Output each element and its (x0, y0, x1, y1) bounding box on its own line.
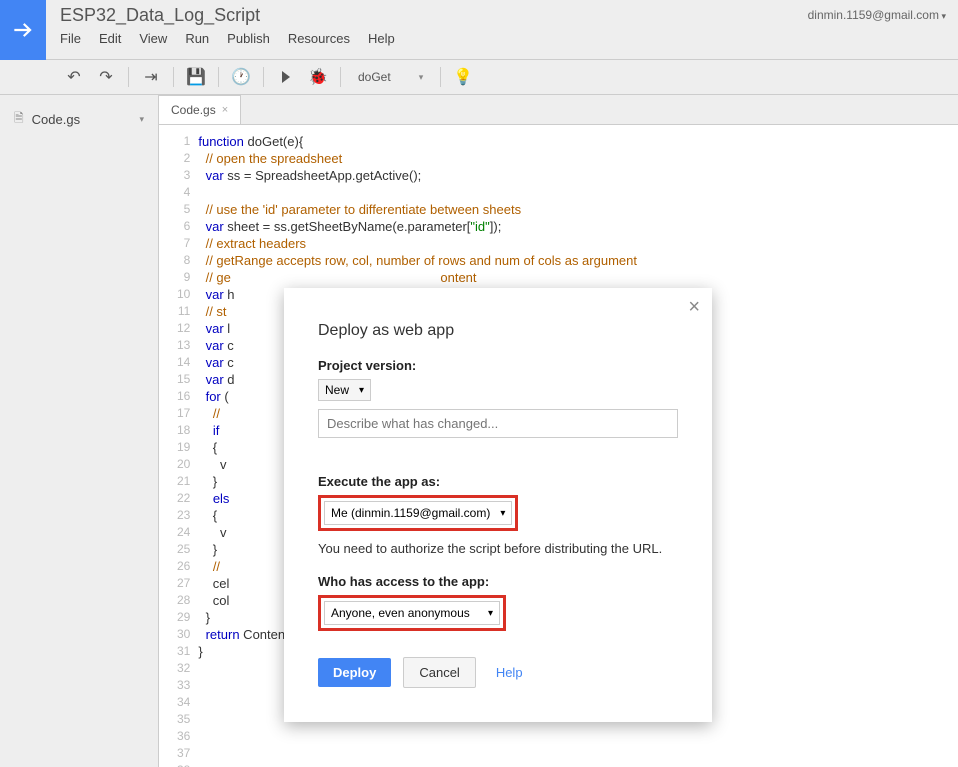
menu-bar: File Edit View Run Publish Resources Hel… (60, 31, 782, 46)
auth-note: You need to authorize the script before … (318, 541, 678, 556)
sidebar: 🗎 Code.gs ▾ (0, 95, 158, 767)
menu-edit[interactable]: Edit (99, 31, 121, 46)
highlight-box: Anyone, even anonymous (318, 595, 506, 631)
hint-button[interactable]: 💡 (449, 63, 477, 91)
execute-as-label: Execute the app as: (318, 474, 678, 489)
modal-buttons: Deploy Cancel Help (318, 657, 678, 688)
tab-label: Code.gs (171, 103, 216, 117)
header: ESP32_Data_Log_Script File Edit View Run… (0, 0, 958, 60)
version-description-input[interactable] (318, 409, 678, 438)
separator (263, 67, 264, 87)
separator (128, 67, 129, 87)
cancel-button[interactable]: Cancel (403, 657, 475, 688)
separator (340, 67, 341, 87)
indent-button[interactable]: ⇥ (137, 63, 165, 91)
sidebar-file[interactable]: 🗎 Code.gs ▾ (0, 103, 158, 136)
user-account[interactable]: dinmin.1159@gmail.com (796, 0, 958, 30)
version-select[interactable]: New (318, 379, 371, 401)
line-gutter: 1234567891011121314151617181920212223242… (159, 125, 198, 767)
arrow-right-icon (10, 17, 36, 43)
menu-help[interactable]: Help (368, 31, 395, 46)
access-label: Who has access to the app: (318, 574, 678, 589)
highlight-box: Me (dinmin.1159@gmail.com) (318, 495, 518, 531)
menu-resources[interactable]: Resources (288, 31, 350, 46)
menu-file[interactable]: File (60, 31, 81, 46)
sidebar-filename: Code.gs (32, 112, 80, 127)
toolbar: ↶ ↷ ⇥ 💾 🕐 🐞 doGet 💡 (0, 60, 958, 95)
close-modal-button[interactable]: × (688, 296, 700, 319)
play-icon (282, 71, 290, 83)
close-tab-icon[interactable]: × (222, 104, 228, 116)
debug-button[interactable]: 🐞 (304, 63, 332, 91)
menu-run[interactable]: Run (185, 31, 209, 46)
run-button[interactable] (272, 63, 300, 91)
separator (218, 67, 219, 87)
menu-publish[interactable]: Publish (227, 31, 270, 46)
help-link[interactable]: Help (496, 665, 523, 680)
menu-view[interactable]: View (139, 31, 167, 46)
separator (173, 67, 174, 87)
tab-code[interactable]: Code.gs × (159, 95, 241, 124)
app-logo[interactable] (0, 0, 46, 60)
redo-button[interactable]: ↷ (92, 63, 120, 91)
save-button[interactable]: 💾 (182, 63, 210, 91)
deploy-button[interactable]: Deploy (318, 658, 391, 687)
undo-button[interactable]: ↶ (60, 63, 88, 91)
triggers-button[interactable]: 🕐 (227, 63, 255, 91)
tabs: Code.gs × (159, 95, 958, 125)
access-select[interactable]: Anyone, even anonymous (324, 601, 500, 625)
document-title[interactable]: ESP32_Data_Log_Script (60, 5, 782, 26)
function-select[interactable]: doGet (349, 65, 432, 89)
separator (440, 67, 441, 87)
version-label: Project version: (318, 358, 678, 373)
execute-as-select[interactable]: Me (dinmin.1159@gmail.com) (324, 501, 512, 525)
deploy-modal: × Deploy as web app Project version: New… (284, 288, 712, 722)
chevron-down-icon[interactable]: ▾ (139, 114, 144, 125)
modal-title: Deploy as web app (318, 322, 678, 340)
file-icon: 🗎 (14, 109, 24, 130)
